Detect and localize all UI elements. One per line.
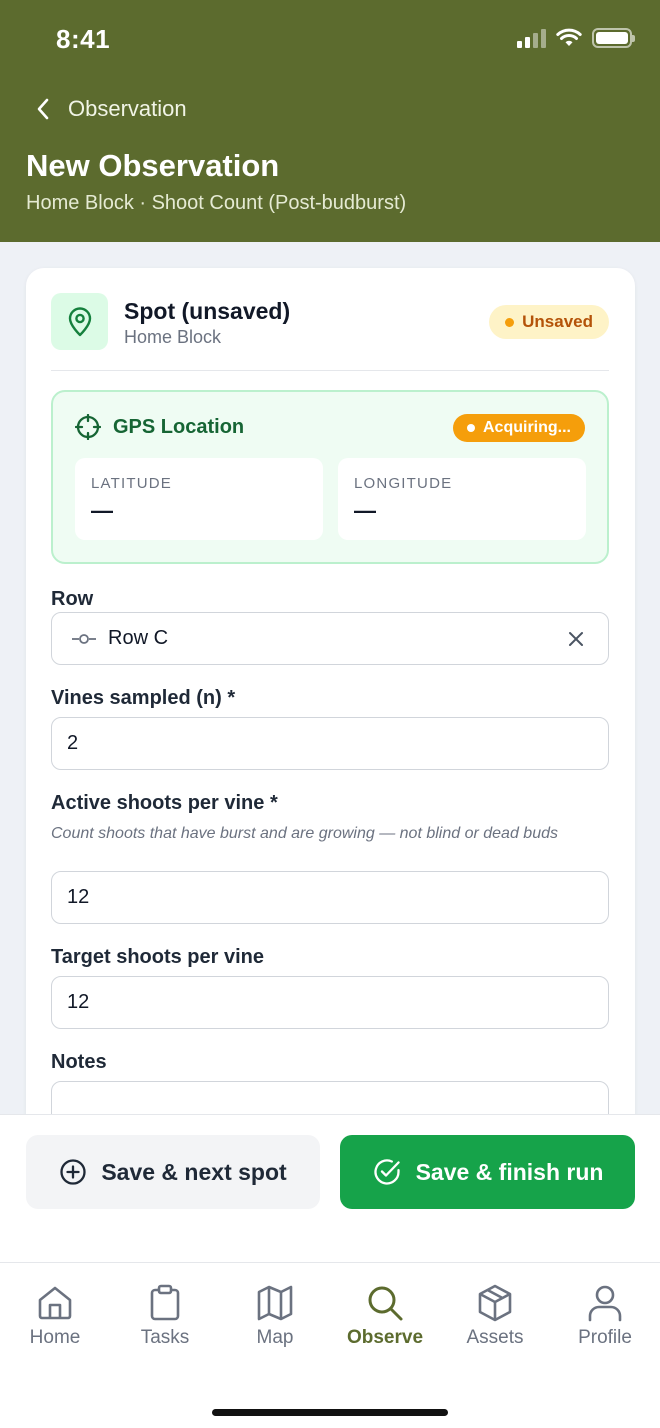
map-icon: [257, 1285, 293, 1321]
tab-profile[interactable]: Profile: [550, 1283, 660, 1349]
map-pin-icon: [68, 306, 91, 336]
crosshair-icon: [75, 414, 101, 440]
tab-profile-label: Profile: [578, 1327, 632, 1348]
target-shoots-input[interactable]: 12: [51, 976, 609, 1029]
save-next-spot-button[interactable]: Save & next spot: [26, 1135, 320, 1209]
wifi-icon: [556, 28, 582, 46]
page-title: New Observation: [26, 148, 280, 183]
notes-label: Notes: [51, 1051, 107, 1073]
box-icon: [478, 1284, 512, 1322]
tab-map[interactable]: Map: [220, 1283, 330, 1349]
unsaved-badge: Unsaved: [489, 305, 609, 339]
vines-sampled-label: Vines sampled (n) *: [51, 687, 236, 709]
row-value: Row C: [108, 627, 169, 649]
active-shoots-input[interactable]: 12: [51, 871, 609, 924]
gps-location-panel: GPS Location Acquiring... LATITUDE — LON…: [51, 390, 609, 564]
row-select[interactable]: Row C: [51, 612, 609, 665]
active-shoots-label: Active shoots per vine *: [51, 792, 278, 814]
back-label: Observation: [68, 96, 187, 121]
home-icon: [38, 1286, 72, 1320]
gps-title-label: GPS Location: [113, 415, 245, 438]
unsaved-badge-label: Unsaved: [522, 312, 593, 331]
gps-status-label: Acquiring...: [483, 419, 571, 436]
save-finish-run-button[interactable]: Save & finish run: [340, 1135, 635, 1209]
gps-status-badge: Acquiring...: [453, 414, 585, 442]
clear-icon[interactable]: [568, 631, 584, 647]
tab-tasks[interactable]: Tasks: [110, 1283, 220, 1349]
page-subtitle: Home Block · Shoot Count (Post-budburst): [26, 192, 407, 214]
action-bar: Save & next spot Save & finish run: [0, 1114, 660, 1262]
longitude-label: LONGITUDE: [354, 475, 453, 492]
spot-title: Spot (unsaved): [124, 298, 291, 324]
tab-map-label: Map: [256, 1327, 294, 1348]
save-next-spot-label: Save & next spot: [101, 1158, 287, 1185]
tab-home-label: Home: [29, 1327, 81, 1348]
app-header: 8:41 Observation New Observation Home Bl…: [0, 0, 660, 242]
vines-sampled-input[interactable]: 2: [51, 717, 609, 770]
status-bar: 8:41: [0, 0, 660, 80]
spot-block: Home Block: [124, 327, 222, 347]
gps-title: GPS Location: [75, 414, 244, 440]
divider: [51, 370, 609, 371]
status-dot-icon: [467, 424, 475, 432]
row-label: Row: [51, 588, 94, 610]
check-circle-icon: [373, 1159, 400, 1185]
cellular-signal-icon: [517, 28, 546, 48]
latitude-value: —: [91, 498, 113, 523]
back-button[interactable]: Observation: [36, 96, 187, 122]
spot-icon-box: [51, 293, 108, 350]
home-indicator[interactable]: [212, 1409, 448, 1416]
status-icons: [517, 28, 635, 48]
tab-observe-label: Observe: [346, 1327, 424, 1348]
longitude-box: LONGITUDE —: [338, 458, 586, 540]
tab-assets[interactable]: Assets: [440, 1283, 550, 1349]
tab-observe[interactable]: Observe: [330, 1283, 440, 1349]
tab-home[interactable]: Home: [0, 1283, 110, 1349]
status-time: 8:41: [56, 24, 111, 54]
latitude-label: LATITUDE: [91, 475, 172, 492]
user-icon: [588, 1285, 622, 1322]
longitude-value: —: [354, 498, 376, 523]
tab-assets-label: Assets: [466, 1327, 524, 1348]
bottom-tab-bar: Home Tasks Map Observe Assets Profile: [0, 1262, 660, 1428]
plus-circle-icon: [60, 1159, 86, 1185]
latitude-box: LATITUDE —: [75, 458, 323, 540]
row-icon: [72, 633, 96, 644]
save-finish-run-label: Save & finish run: [415, 1158, 604, 1185]
clipboard-icon: [150, 1284, 180, 1321]
chevron-left-icon: [37, 98, 49, 120]
tab-tasks-label: Tasks: [140, 1327, 190, 1348]
status-dot-icon: [505, 317, 515, 327]
search-icon: [368, 1286, 403, 1321]
observation-form-card: Spot (unsaved) Home Block Unsaved GPS Lo…: [26, 268, 635, 1168]
target-shoots-label: Target shoots per vine: [51, 946, 265, 968]
active-shoots-hint: Count shoots that have burst and are gro…: [51, 825, 558, 842]
battery-icon: [592, 28, 635, 48]
